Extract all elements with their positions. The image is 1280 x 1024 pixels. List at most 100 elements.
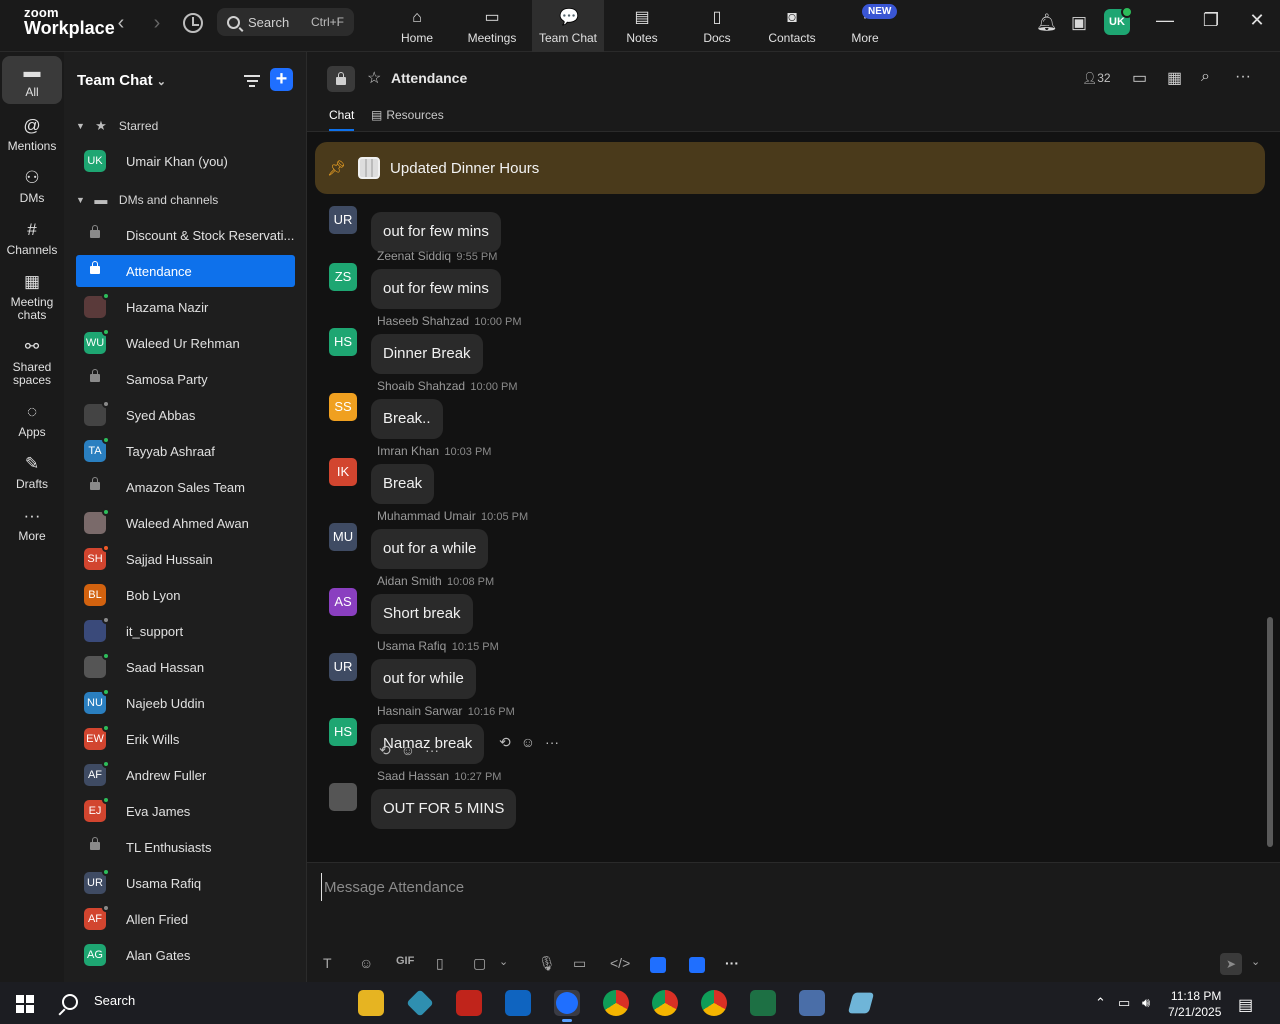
outlook-icon[interactable] (505, 990, 531, 1016)
starred-section-header[interactable]: ▼ ★ Starred (76, 118, 158, 134)
reply-icon[interactable]: ⟲ (379, 742, 391, 758)
file-explorer-icon[interactable] (358, 990, 384, 1016)
channel-title[interactable]: Attendance (391, 70, 467, 86)
ellipsis-icon[interactable]: ··· (425, 742, 439, 758)
members-count[interactable]: 👤︎32 (1082, 71, 1111, 85)
sidebar-item[interactable]: Attendance (76, 255, 295, 287)
sidebar-item[interactable]: EW Erik Wills (76, 723, 295, 755)
new-chat-button[interactable]: + (270, 68, 293, 91)
message-bubble[interactable]: out for few mins (371, 212, 501, 252)
sender-name[interactable]: Aidan Smith (377, 574, 442, 588)
mic-icon[interactable]: 🎙︎ (538, 955, 556, 972)
filter-icon[interactable] (244, 72, 260, 90)
chevron-down-icon[interactable]: ⌄ (499, 955, 508, 968)
calendar-icon[interactable]: ▦ (1167, 68, 1182, 88)
search-icon[interactable]: ⌕ (1201, 68, 1210, 86)
sidebar-item[interactable]: EJ Eva James (76, 795, 295, 827)
scrollbar[interactable] (1267, 617, 1273, 847)
sender-name[interactable]: Usama Rafiq (377, 639, 446, 653)
app-icon[interactable] (650, 957, 666, 973)
code-icon[interactable]: </> (610, 955, 630, 971)
video-call-icon[interactable]: ▭ (1132, 68, 1147, 88)
chrome-icon[interactable] (701, 990, 727, 1016)
chevron-down-icon[interactable]: ⌄ (1251, 955, 1260, 968)
calendar-icon[interactable]: ▣ (1071, 13, 1087, 33)
restore-icon[interactable]: ❐ (1196, 10, 1226, 31)
sidebar-item[interactable]: Syed Abbas (76, 399, 295, 431)
sender-name[interactable]: Hasnain Sarwar (377, 704, 462, 718)
chat-message[interactable]: Aidan Smith 10:08 PM AS Short break (329, 574, 929, 634)
nav-contacts[interactable]: ◙ Contacts (756, 0, 828, 52)
notifications-icon[interactable]: ▤ (1238, 995, 1253, 1015)
nav-meetings[interactable]: ▭ Meetings (456, 0, 528, 52)
sidebar-item-umair-khan[interactable]: UK Umair Khan (you) (76, 145, 295, 177)
rail-apps[interactable]: ◌ Apps (2, 396, 62, 439)
sidebar-item[interactable]: Samosa Party (76, 363, 295, 395)
gif-button[interactable]: GIF (396, 955, 414, 967)
volume-icon[interactable]: 🔊︎ (1142, 995, 1150, 1011)
rail-dms[interactable]: ⚇ DMs (2, 162, 62, 205)
sidebar-item[interactable]: TL Enthusiasts (76, 831, 295, 863)
sender-name[interactable]: Shoaib Shahzad (377, 379, 465, 393)
avatar[interactable]: SS (329, 393, 357, 421)
chrome-icon[interactable] (603, 990, 629, 1016)
chat-message[interactable]: Usama Rafiq 10:15 PM UR out for while (329, 639, 929, 699)
emoji-icon[interactable]: ☺ (359, 955, 373, 971)
chrome-icon[interactable] (652, 990, 678, 1016)
sidebar-title[interactable]: Team Chat ⌄ (77, 72, 166, 89)
sender-name[interactable]: Muhammad Umair (377, 509, 476, 523)
network-icon[interactable]: ▭ (1118, 995, 1130, 1011)
avatar[interactable]: MU (329, 523, 357, 551)
rail-drafts[interactable]: ✎ Drafts (2, 448, 62, 491)
bell-icon[interactable]: 🔔︎ (1036, 13, 1058, 33)
sidebar-item[interactable]: Waleed Ahmed Awan (76, 507, 295, 539)
taskbar-search[interactable]: Search (62, 993, 135, 1010)
avatar[interactable]: ZS (329, 263, 357, 291)
message-bubble[interactable]: Break (371, 464, 435, 504)
chat-message[interactable]: Zeenat Siddiq 9:55 PM ZS out for few mins (329, 249, 929, 309)
nav-home[interactable]: ⌂ Home (381, 0, 453, 52)
chevron-up-icon[interactable]: ⌃ (1095, 995, 1106, 1011)
message-bubble[interactable]: OUT FOR 5 MINS (371, 789, 517, 829)
message-bubble[interactable]: Break.. (371, 399, 443, 439)
search-box[interactable]: Search Ctrl+F (217, 8, 354, 36)
dms-section-header[interactable]: ▼ ▬ DMs and channels (76, 192, 218, 207)
reply-icon[interactable]: ⟲ (499, 734, 511, 750)
chat-message[interactable]: Imran Khan 10:03 PM IK Break (329, 444, 929, 504)
app2-icon[interactable] (689, 957, 705, 973)
calculator-icon[interactable] (799, 990, 825, 1016)
avatar[interactable]: HS (329, 328, 357, 356)
user-avatar[interactable]: UK (1104, 6, 1133, 35)
zoom-taskbar-icon[interactable] (554, 990, 580, 1022)
rail-channels[interactable]: # Channels (2, 214, 62, 257)
sender-name[interactable]: Saad Hassan (377, 769, 449, 783)
rail-mentions[interactable]: @ Mentions (2, 110, 62, 153)
excel-icon[interactable] (750, 990, 776, 1016)
nav-notes[interactable]: ▤ Notes (606, 0, 678, 52)
message-bubble[interactable]: out for few mins (371, 269, 501, 309)
video-clip-icon[interactable]: ▭ (573, 955, 586, 972)
nav-team-chat[interactable]: 💬 Team Chat (532, 0, 604, 52)
close-icon[interactable]: ✕ (1242, 10, 1272, 31)
tab-resources[interactable]: ▤ Resources (371, 108, 444, 122)
file-icon[interactable]: ▯ (436, 955, 444, 972)
sender-name[interactable]: Haseeb Shahzad (377, 314, 469, 328)
pinned-message[interactable]: 📌︎ Updated Dinner Hours (315, 142, 1265, 194)
ellipsis-icon[interactable]: ··· (1235, 68, 1251, 86)
avatar[interactable]: UR (329, 653, 357, 681)
ellipsis-icon[interactable]: ··· (725, 955, 739, 971)
sender-name[interactable]: Zeenat Siddiq (377, 249, 451, 263)
avatar[interactable] (329, 783, 357, 811)
chat-message[interactable]: UR out for few mins (329, 192, 929, 252)
sidebar-item[interactable]: Amazon Sales Team (76, 471, 295, 503)
emoji-icon[interactable]: ☺ (401, 742, 415, 758)
back-arrow-icon[interactable]: ‹ (111, 12, 131, 35)
sidebar-item[interactable]: NU Najeeb Uddin (76, 687, 295, 719)
sidebar-item[interactable]: AG Alan Gates (76, 939, 295, 971)
sidebar-item[interactable]: Discount & Stock Reservati... (76, 219, 295, 251)
chat-message[interactable]: Shoaib Shahzad 10:00 PM SS Break.. (329, 379, 929, 439)
nav-docs[interactable]: ▯ Docs (681, 0, 753, 52)
taskbar-clock[interactable]: 11:18 PM 7/21/2025 (1168, 988, 1221, 1020)
tab-chat[interactable]: Chat (329, 108, 355, 131)
sender-name[interactable]: Imran Khan (377, 444, 439, 458)
